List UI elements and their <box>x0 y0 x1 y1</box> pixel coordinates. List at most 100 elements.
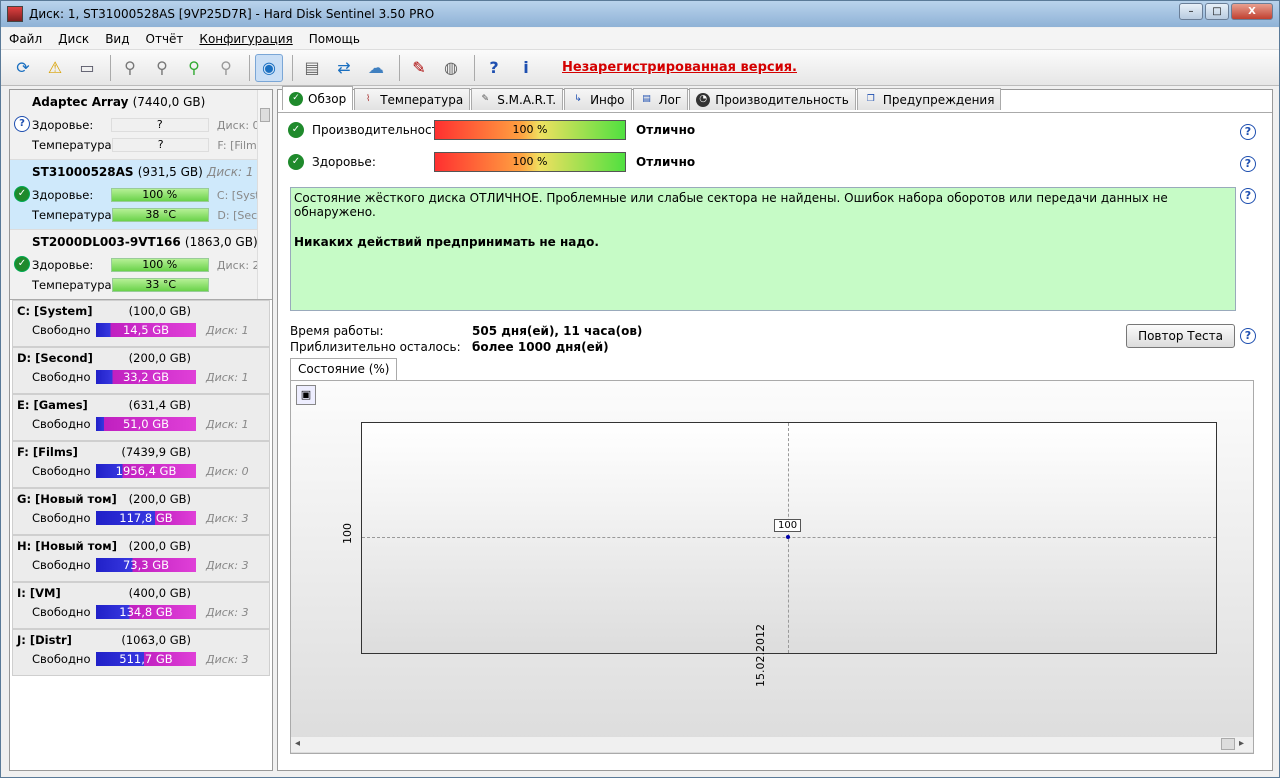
sync-icon[interactable]: ⇄ <box>330 54 358 82</box>
ok-status-icon: ✓ <box>14 186 30 202</box>
volume-disk: Диск: 3 <box>206 652 249 666</box>
free-space-bar: 134,8 GB <box>96 605 196 619</box>
volume-list: C: [System] (100,0 GB) Свободно 14,5 GB Дис… <box>10 300 272 676</box>
toolbar: ⟳ ⚠ ▭ ⚲ ⚲ ⚲ ⚲ ◉ ▤ ⇄ ☁ ✎ ◍ ? i Незарегист… <box>1 50 1279 86</box>
volume-size: (200,0 GB) <box>128 539 191 553</box>
volume-item[interactable]: J: [Distr] (1063,0 GB) Свободно 511,7 GB Ди… <box>12 629 270 676</box>
satellite-icon[interactable]: ⚲ <box>116 54 144 82</box>
volume-disk: Диск: 0 <box>206 464 249 478</box>
tab-label: Температура <box>380 92 464 107</box>
ok-icon: ✓ <box>288 154 304 170</box>
tab-log[interactable]: ▤ Лог <box>632 88 689 110</box>
disk-drive-icon[interactable]: ▭ <box>73 54 101 82</box>
disk-name: Adaptec Array <box>32 95 129 109</box>
volume-disk: Диск: 3 <box>206 511 249 525</box>
tab-warnings[interactable]: ❐ Предупреждения <box>856 88 1002 110</box>
scroll-thumb[interactable] <box>1221 738 1235 750</box>
volume-disk: Диск: 1 <box>206 323 249 337</box>
globe-icon[interactable]: ◉ <box>255 53 283 82</box>
free-label: Свободно <box>32 464 91 478</box>
disk-item[interactable]: Adaptec Array (7440,0 GB) ? Здоровье:? Ди… <box>10 90 272 160</box>
status-message-bold: Никаких действий предпринимать не надо. <box>294 235 599 249</box>
save-icon[interactable]: ▣ <box>296 385 316 405</box>
volume-item[interactable]: F: [Films] (7439,9 GB) Свободно 1956,4 GB Д… <box>12 441 270 488</box>
retest-button[interactable]: Повтор Теста <box>1126 324 1235 348</box>
toolbar-separator <box>474 54 475 81</box>
tab-temperature[interactable]: ⌇ Температура <box>354 88 471 110</box>
help-icon[interactable]: ? <box>480 54 508 82</box>
volume-item[interactable]: D: [Second] (200,0 GB) Свободно 33,2 GB Дис… <box>12 347 270 394</box>
menu-disk[interactable]: Диск <box>50 32 97 46</box>
free-space-bar: 14,5 GB <box>96 323 196 337</box>
minimize-button[interactable]: – <box>1179 3 1203 20</box>
volume-item[interactable]: H: [Новый том] (200,0 GB) Свободно 73,3 GB… <box>12 535 270 582</box>
report-icon[interactable]: ▤ <box>298 54 326 82</box>
disk-name: ST2000DL003-9VT166 <box>32 235 181 249</box>
volume-name: I: [VM] <box>17 586 61 600</box>
warning-icon[interactable]: ⚠ <box>41 54 69 82</box>
satellite-check-icon[interactable]: ⚲ <box>148 54 176 82</box>
free-space-bar: 511,7 GB <box>96 652 196 666</box>
volume-item[interactable]: G: [Новый том] (200,0 GB) Свободно 117,8 G… <box>12 488 270 535</box>
window-title: Диск: 1, ST31000528AS [9VP25D7R] - Hard … <box>29 7 435 21</box>
menu-view[interactable]: Вид <box>97 32 137 46</box>
data-label: 100 <box>774 519 802 532</box>
disk-size: (931,5 GB) <box>137 165 203 179</box>
title-bar[interactable]: Диск: 1, ST31000528AS [9VP25D7R] - Hard … <box>1 1 1279 27</box>
menu-config[interactable]: Конфигурация <box>191 32 300 46</box>
satellite-off-icon[interactable]: ⚲ <box>212 54 240 82</box>
volume-name: E: [Games] <box>17 398 88 412</box>
disk-list-scrollbar[interactable] <box>257 90 272 299</box>
chart-icon[interactable]: ✎ <box>405 54 433 82</box>
help-icon[interactable]: ? <box>1240 156 1256 172</box>
health-value: ? <box>110 118 209 132</box>
scroll-thumb[interactable] <box>260 108 270 122</box>
y-tick-label: 100 <box>341 523 354 544</box>
disk-item[interactable]: ST2000DL003-9VT166 (1863,0 GB) ✓ Здоровь… <box>10 230 272 299</box>
ok-icon: ✓ <box>288 122 304 138</box>
health-value: 100 % <box>110 258 209 272</box>
tab-bar: ✓ Обзор ⌇ Температура ✎ S.M.A.R.T. ↳ Инфо ▤ Л… <box>282 86 1002 110</box>
unregistered-link[interactable]: Незарегистрированная версия. <box>562 60 797 75</box>
speaker-icon[interactable]: ◍ <box>437 54 465 82</box>
volume-item[interactable]: I: [VM] (400,0 GB) Свободно 134,8 GB Диск: … <box>12 582 270 629</box>
scroll-left-icon[interactable]: ◂ <box>295 738 300 749</box>
tab-performance[interactable]: ◔ Производительность <box>689 88 856 110</box>
tab-overview[interactable]: ✓ Обзор <box>282 86 354 110</box>
scroll-right-icon[interactable]: ▸ <box>1239 738 1244 749</box>
app-icon <box>7 6 23 22</box>
remaining-label: Приблизительно осталось: <box>290 340 461 354</box>
help-icon[interactable]: ? <box>1240 328 1256 344</box>
thermometer-icon: ⌇ <box>365 93 371 104</box>
menu-file[interactable]: Файл <box>1 32 50 46</box>
volume-disk: Диск: 3 <box>206 605 249 619</box>
temp-label: Температура: <box>32 208 116 222</box>
free-label: Свободно <box>32 323 91 337</box>
volume-disk: Диск: 3 <box>206 558 249 572</box>
temp-value: 38 °C <box>112 208 210 222</box>
disk-item-selected[interactable]: ST31000528AS (931,5 GB) Диск: 1 ✓ Здоров… <box>10 160 272 230</box>
menu-report[interactable]: Отчёт <box>138 32 192 46</box>
free-label: Свободно <box>32 652 91 666</box>
volume-item[interactable]: E: [Games] (631,4 GB) Свободно 51,0 GB Диск… <box>12 394 270 441</box>
maximize-button[interactable]: □ <box>1205 3 1229 20</box>
performance-text: Отлично <box>636 123 696 137</box>
help-icon[interactable]: ? <box>1240 124 1256 140</box>
info-icon[interactable]: i <box>512 54 540 82</box>
log-icon: ▤ <box>642 93 651 104</box>
uptime-label: Время работы: <box>290 324 384 338</box>
chart-scrollbar[interactable]: ◂ ▸ <box>291 736 1253 752</box>
tab-status-percent[interactable]: Состояние (%) <box>290 358 398 380</box>
tab-smart[interactable]: ✎ S.M.A.R.T. <box>471 88 564 110</box>
close-button[interactable]: X <box>1231 3 1273 20</box>
menu-help[interactable]: Помощь <box>301 32 368 46</box>
volume-item[interactable]: C: [System] (100,0 GB) Свободно 14,5 GB Дис… <box>12 300 270 347</box>
tab-info[interactable]: ↳ Инфо <box>564 88 632 110</box>
refresh-icon[interactable]: ⟳ <box>9 54 37 82</box>
help-icon[interactable]: ? <box>1240 188 1256 204</box>
volume-size: (400,0 GB) <box>128 586 191 600</box>
info-icon: ↳ <box>574 93 582 104</box>
overview-panel: ✓ Производительность: 100 % Отлично ✓ Зд… <box>278 112 1272 770</box>
satellite-ok-icon[interactable]: ⚲ <box>180 54 208 82</box>
network-icon[interactable]: ☁ <box>362 54 390 82</box>
